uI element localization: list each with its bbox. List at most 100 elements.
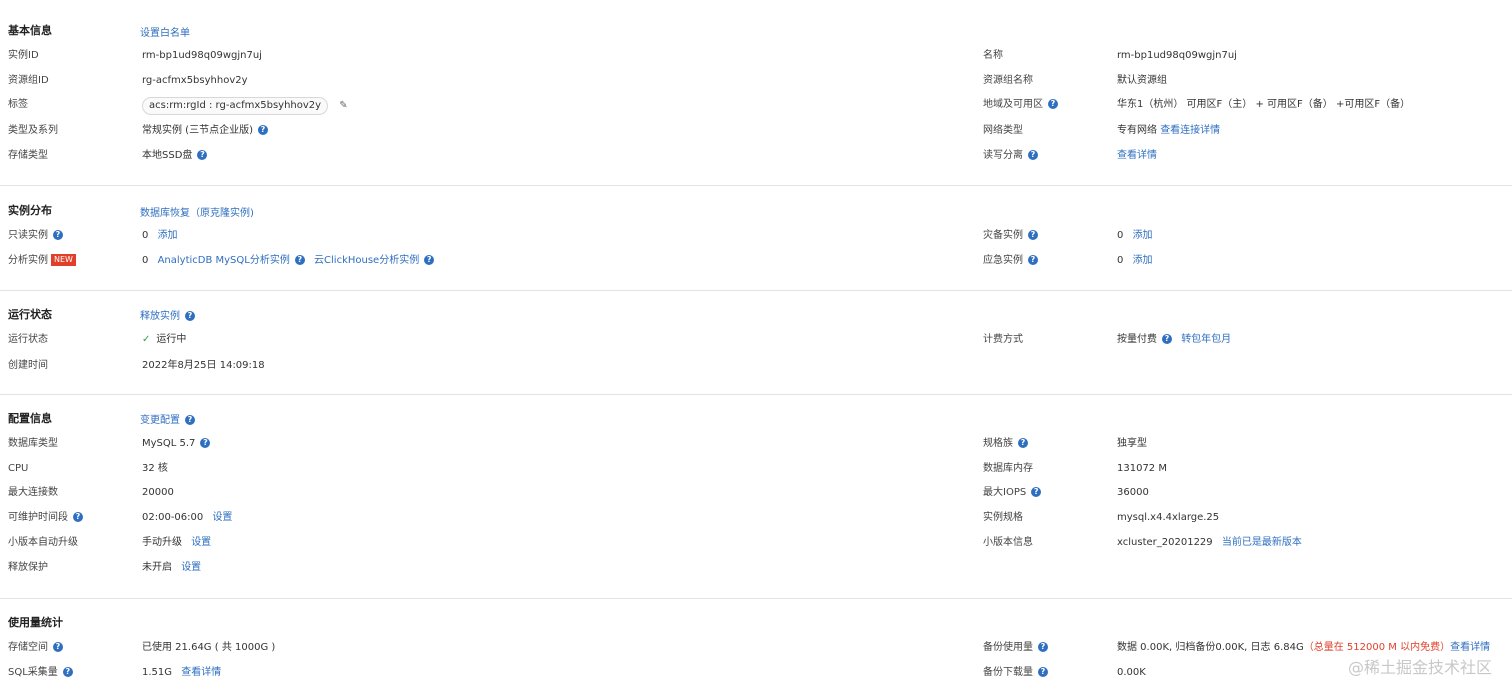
release-label: 释放保护 — [8, 562, 48, 573]
maint-set-link[interactable]: 设置 — [212, 512, 232, 523]
row-maxconn: 最大连接数 20000 最大IOPS? 36000 — [0, 485, 1512, 501]
divider — [0, 394, 1512, 395]
clickhouse-link[interactable]: 云ClickHouse分析实例 — [314, 255, 419, 266]
pencil-icon[interactable]: ✎ — [339, 98, 347, 114]
type-value: 常规实例 (三节点企业版) — [142, 125, 253, 136]
storage-usage-value: 已使用 21.64G ( 共 1000G ) — [142, 642, 276, 653]
download-value: 0.00K — [1117, 667, 1146, 678]
storage-group: 本地SSD盘? — [142, 148, 208, 164]
emergency-count: 0 — [1117, 255, 1124, 266]
question-circle-icon[interactable]: ? — [1028, 255, 1038, 265]
spec-family-label-group: 规格族? — [983, 436, 1028, 452]
upgrade-label: 小版本自动升级 — [8, 537, 78, 548]
rg-name-label: 资源组名称 — [983, 75, 1033, 86]
spec-family-value: 独享型 — [1117, 438, 1147, 449]
question-circle-icon[interactable]: ? — [1018, 438, 1028, 448]
question-circle-icon[interactable]: ? — [1028, 150, 1038, 160]
question-circle-icon[interactable]: ? — [1038, 642, 1048, 652]
question-circle-icon[interactable]: ? — [1162, 334, 1172, 344]
db-restore-link[interactable]: 数据库恢复（原克隆实例) — [140, 204, 254, 219]
analytic-label-group: 分析实例 NEW — [8, 253, 76, 269]
question-circle-icon[interactable]: ? — [73, 512, 83, 522]
minor-latest-link[interactable]: 当前已是最新版本 — [1222, 537, 1302, 548]
question-circle-icon[interactable]: ? — [62, 667, 73, 677]
question-circle-icon[interactable]: ? — [1031, 487, 1042, 497]
question-circle-icon[interactable]: ? — [1038, 667, 1048, 677]
new-badge: NEW — [51, 254, 76, 266]
question-circle-icon[interactable]: ? — [200, 438, 211, 448]
maxconn-label: 最大连接数 — [8, 487, 58, 498]
minor-label: 小版本信息 — [983, 537, 1033, 548]
network-label: 网络类型 — [983, 125, 1023, 136]
convert-subscription-link[interactable]: 转包年包月 — [1181, 334, 1231, 345]
disaster-label: 灾备实例 — [983, 230, 1023, 241]
disaster-count: 0 — [1117, 230, 1124, 241]
question-circle-icon[interactable]: ? — [185, 311, 195, 321]
maxconn-value: 20000 — [142, 487, 174, 498]
divider — [0, 290, 1512, 291]
row-run-status: 运行状态 ✓ 运行中 计费方式 按量付费? 转包年包月 — [0, 332, 1512, 348]
release-instance-link[interactable]: 释放实例 — [140, 311, 180, 322]
section-title-distribution: 实例分布 — [8, 204, 52, 217]
question-circle-icon[interactable]: ? — [185, 415, 195, 425]
billing-group: 按量付费? 转包年包月 — [1117, 332, 1231, 348]
upgrade-set-link[interactable]: 设置 — [191, 537, 211, 548]
download-label-group: 备份下载量? — [983, 665, 1048, 681]
instance-id-value: rm-bp1ud98q09wgjn7uj — [142, 50, 262, 61]
spec-value: mysql.x4.4xlarge.25 — [1117, 512, 1220, 523]
view-connection-link[interactable]: 查看连接详情 — [1160, 125, 1220, 136]
row-storage: 存储类型 本地SSD盘? 读写分离? 查看详情 — [0, 148, 1512, 164]
readonly-add-link[interactable]: 添加 — [158, 230, 178, 241]
question-circle-icon[interactable]: ? — [53, 642, 63, 652]
question-circle-icon[interactable]: ? — [257, 125, 268, 135]
row-release: 释放保护 未开启 设置 — [0, 560, 1512, 576]
sql-group: 1.51G 查看详情 — [142, 665, 221, 681]
release-instance-group: 释放实例? — [140, 307, 195, 322]
question-circle-icon[interactable]: ? — [1028, 230, 1038, 240]
section-title-status: 运行状态 — [8, 308, 52, 321]
sql-details-link[interactable]: 查看详情 — [181, 667, 221, 678]
row-analytic: 分析实例 NEW 0 AnalyticDB MySQL分析实例? 云ClickHo… — [0, 253, 1512, 269]
billing-value: 按量付费 — [1117, 334, 1157, 345]
maint-label-group: 可维护时间段? — [8, 510, 83, 526]
maint-value: 02:00-06:00 — [142, 512, 204, 523]
disaster-group: 0 添加 — [1117, 228, 1153, 244]
emergency-label: 应急实例 — [983, 255, 1023, 266]
disaster-add-link[interactable]: 添加 — [1133, 230, 1153, 241]
rw-label: 读写分离 — [983, 150, 1023, 161]
release-set-link[interactable]: 设置 — [181, 562, 201, 573]
question-circle-icon[interactable]: ? — [424, 255, 435, 265]
backup-details-link[interactable]: 查看详情 — [1450, 642, 1490, 653]
storage-label: 存储类型 — [8, 150, 48, 161]
tag-label: 标签 — [8, 99, 28, 110]
cpu-value: 32 核 — [142, 463, 168, 474]
region-value: 华东1（杭州） 可用区F（主） + 可用区F（备） +可用区F（备） — [1117, 99, 1411, 110]
divider — [0, 598, 1512, 599]
mem-label: 数据库内存 — [983, 463, 1033, 474]
type-group: 常规实例 (三节点企业版)? — [142, 123, 268, 139]
sql-label-group: SQL采集量? — [8, 665, 73, 681]
row-type: 类型及系列 常规实例 (三节点企业版)? 网络类型 专有网络 查看连接详情 — [0, 123, 1512, 139]
network-value: 专有网络 — [1117, 125, 1157, 136]
analyticdb-link[interactable]: AnalyticDB MySQL分析实例 — [158, 255, 290, 266]
spec-family-label: 规格族 — [983, 438, 1013, 449]
network-group: 专有网络 查看连接详情 — [1117, 123, 1220, 139]
billing-label: 计费方式 — [983, 334, 1023, 345]
iops-label: 最大IOPS — [983, 487, 1027, 498]
row-tag: 标签 acs:rm:rgId : rg-acfmx5bsyhhov2y ✎ 地域… — [0, 97, 1512, 115]
row-created: 创建时间 2022年8月25日 14:09:18 — [0, 358, 1512, 374]
tag-chip[interactable]: acs:rm:rgId : rg-acfmx5bsyhhov2y — [142, 97, 329, 115]
question-circle-icon[interactable]: ? — [1048, 99, 1058, 109]
set-whitelist-link[interactable]: 设置白名单 — [140, 24, 190, 39]
rw-details-link[interactable]: 查看详情 — [1117, 148, 1157, 164]
minor-group: xcluster_20201229 当前已是最新版本 — [1117, 535, 1302, 551]
change-config-link[interactable]: 变更配置 — [140, 415, 180, 426]
question-circle-icon[interactable]: ? — [197, 150, 208, 160]
sql-value: 1.51G — [142, 667, 173, 678]
storage-usage-label: 存储空间 — [8, 642, 48, 653]
iops-label-group: 最大IOPS? — [983, 485, 1042, 501]
question-circle-icon[interactable]: ? — [53, 230, 63, 240]
emergency-add-link[interactable]: 添加 — [1133, 255, 1153, 266]
row-maintenance: 可维护时间段? 02:00-06:00 设置 实例规格 mysql.x4.4xl… — [0, 510, 1512, 526]
question-circle-icon[interactable]: ? — [294, 255, 305, 265]
